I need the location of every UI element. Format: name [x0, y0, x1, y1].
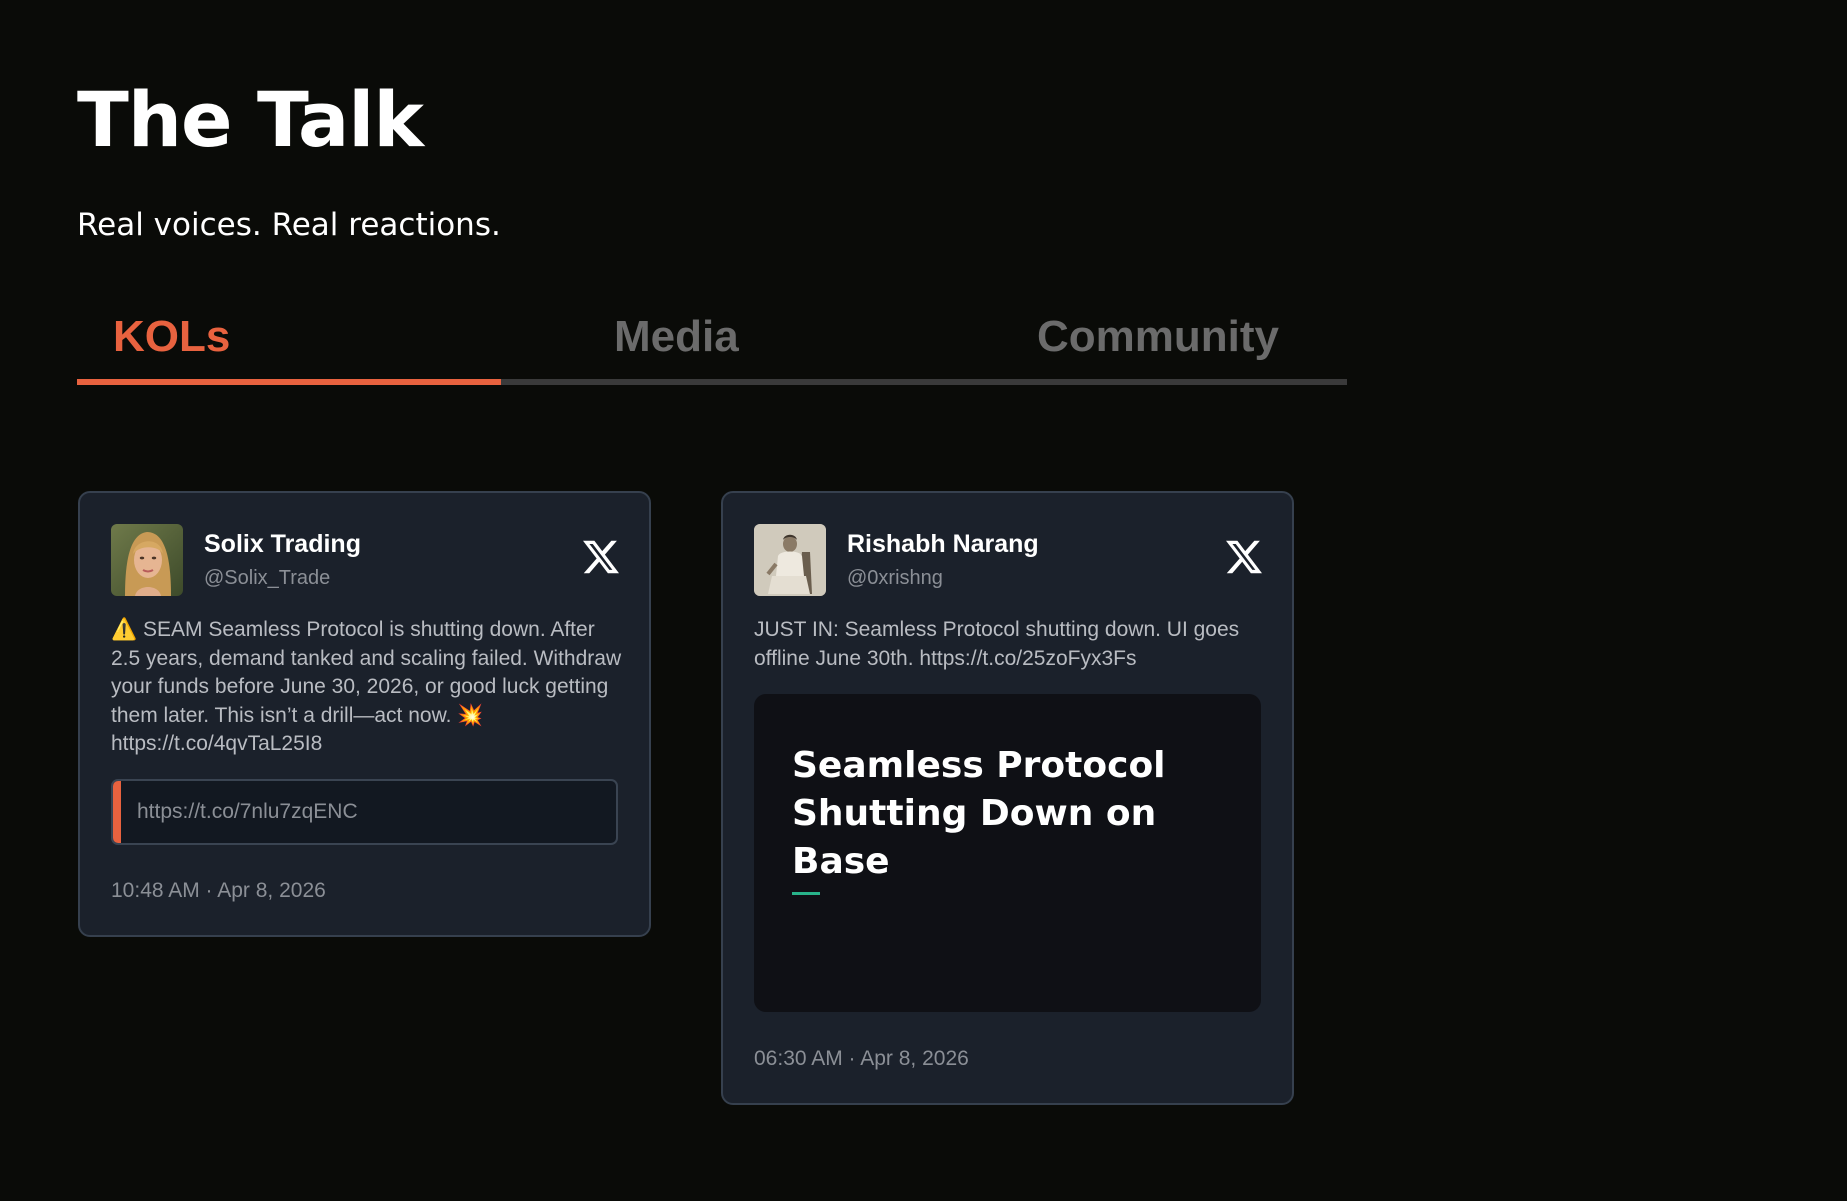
author-name[interactable]: Solix Trading: [204, 528, 361, 560]
page-title: The Talk: [77, 75, 424, 164]
author-name[interactable]: Rishabh Narang: [847, 528, 1039, 560]
tweet-timestamp[interactable]: 06:30 AM · Apr 8, 2026: [754, 1045, 969, 1073]
tab-media-label: Media: [614, 312, 739, 361]
author-handle[interactable]: @Solix_Trade: [204, 565, 330, 591]
media-title: Seamless Protocol Shutting Down on Base: [792, 745, 1166, 882]
tab-community[interactable]: Community: [923, 300, 1346, 380]
link-accent-bar: [113, 781, 121, 843]
tab-kols[interactable]: KOLs: [77, 300, 500, 380]
tab-community-label: Community: [1037, 312, 1279, 361]
link-url[interactable]: https://t.co/7nlu7zqENC: [137, 798, 358, 826]
x-logo-icon[interactable]: [583, 539, 619, 575]
media-preview[interactable]: Seamless Protocol Shutting Down on Base: [754, 694, 1261, 1012]
avatar-man-sepia-portrait-icon: [754, 524, 826, 596]
tweet-card[interactable]: Rishabh Narang @0xrishng JUST IN: Seamle…: [721, 491, 1294, 1105]
page-subtitle: Real voices. Real reactions.: [77, 207, 501, 243]
author-handle[interactable]: @0xrishng: [847, 565, 943, 591]
avatar[interactable]: [111, 524, 183, 596]
tweet-timestamp[interactable]: 10:48 AM · Apr 8, 2026: [111, 877, 326, 905]
tab-bar: KOLs Media Community: [77, 300, 1347, 386]
link-preview[interactable]: https://t.co/7nlu7zqENC: [111, 779, 618, 845]
avatar-woman-portrait-icon: [111, 524, 183, 596]
media-title-underline: [792, 892, 820, 895]
tweet-text: JUST IN: Seamless Protocol shutting down…: [754, 618, 1240, 670]
active-tab-indicator: [77, 379, 501, 385]
x-logo-icon[interactable]: [1226, 539, 1262, 575]
tab-kols-label: KOLs: [113, 312, 231, 361]
tab-media[interactable]: Media: [500, 300, 923, 380]
tweet-text: ⚠️ SEAM Seamless Protocol is shutting do…: [111, 618, 622, 755]
page: The Talk Real voices. Real reactions. KO…: [0, 0, 1847, 1201]
tweet-card[interactable]: Solix Trading @Solix_Trade ⚠️ SEAM Seaml…: [78, 491, 651, 937]
avatar[interactable]: [754, 524, 826, 596]
